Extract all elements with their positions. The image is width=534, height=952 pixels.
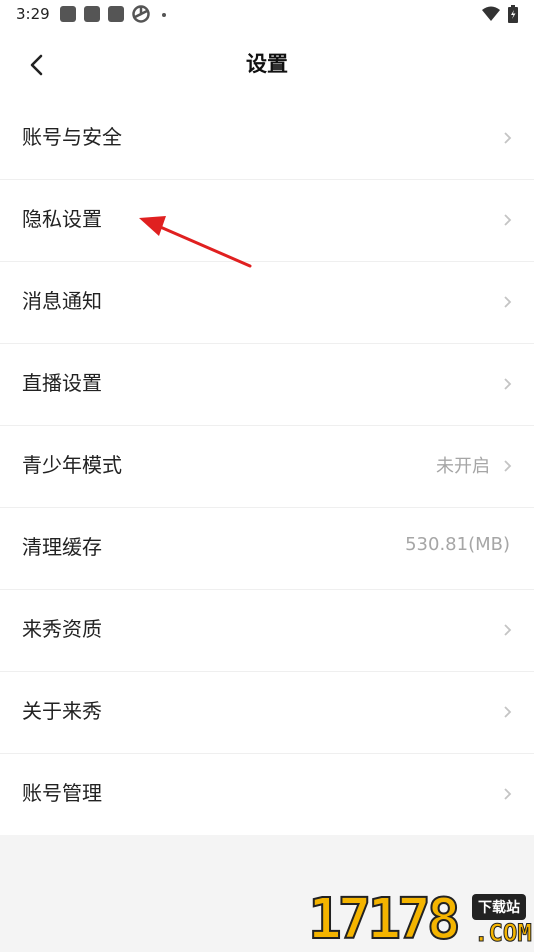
notification-square-icon [60,6,76,22]
settings-item-clear-cache[interactable]: 清理缓存 530.81(MB) [0,508,534,590]
settings-item-label: 隐私设置 [22,207,102,231]
chevron-right-icon [504,214,512,226]
chevron-right-icon [504,378,512,390]
notification-square-icon [108,6,124,22]
settings-item-account-security[interactable]: 账号与安全 [0,98,534,180]
settings-item-label: 青少年模式 [22,453,122,477]
notification-square-icon [84,6,100,22]
settings-item-label: 关于来秀 [22,699,102,723]
dot-icon [162,13,166,17]
settings-item-label: 账号管理 [22,781,102,805]
settings-list: 账号与安全 隐私设置 消息通知 直播设置 青少年模式 未开启 清理缓存 530.… [0,98,534,835]
chevron-right-icon [504,624,512,636]
settings-item-label: 来秀资质 [22,617,102,641]
chevron-right-icon [504,706,512,718]
watermark-badge: 下载站 [472,894,526,920]
chevron-right-icon [504,132,512,144]
page-title: 设置 [246,52,288,76]
settings-item-notifications[interactable]: 消息通知 [0,262,534,344]
battery-icon [508,5,518,23]
status-time: 3:29 [16,5,50,23]
watermark-logo: 17178 下载站 .COM [307,886,534,952]
watermark-number: 17178 [307,887,462,952]
settings-item-teen-mode[interactable]: 青少年模式 未开启 [0,426,534,508]
settings-item-label: 清理缓存 [22,535,102,559]
status-bar: 3:29 [0,0,534,30]
settings-item-privacy[interactable]: 隐私设置 [0,180,534,262]
settings-item-qualification[interactable]: 来秀资质 [0,590,534,672]
settings-item-label: 直播设置 [22,371,102,395]
app-header: 设置 [0,30,534,98]
settings-item-about[interactable]: 关于来秀 [0,672,534,754]
cache-size-value: 530.81(MB) [405,534,510,555]
watermark-domain: .COM [474,919,533,947]
settings-item-account-management[interactable]: 账号管理 [0,754,534,835]
chevron-right-icon [504,460,512,472]
wifi-icon [482,6,500,21]
chevron-right-icon [504,788,512,800]
settings-item-label: 消息通知 [22,289,102,313]
aperture-icon [132,5,150,23]
settings-item-value: 未开启 [436,456,490,477]
settings-item-label: 账号与安全 [22,125,122,149]
settings-item-live[interactable]: 直播设置 [0,344,534,426]
chevron-right-icon [504,296,512,308]
